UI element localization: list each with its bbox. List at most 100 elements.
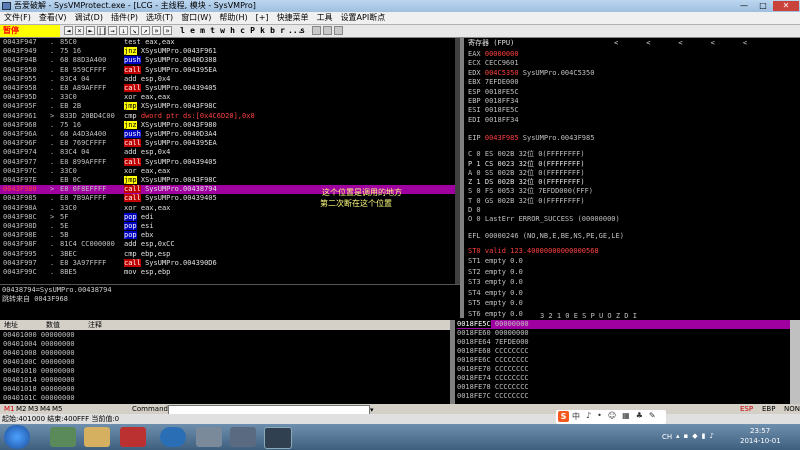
dump-value[interactable]: 00000000	[37, 340, 75, 348]
register-value[interactable]: 0043F985	[485, 134, 519, 142]
disasm-address[interactable]: 0043F99C	[3, 268, 37, 277]
disasm-address[interactable]: 0043F97E	[3, 176, 37, 185]
register-value[interactable]: 0018FE5C	[485, 88, 519, 96]
toolbar-window-10[interactable]: r	[278, 25, 287, 37]
toolbar-button-7[interactable]: ↗	[141, 26, 150, 35]
taskbar-app-3[interactable]	[120, 427, 146, 447]
stack-row[interactable]: 0018FE68 CCCCCCCC	[457, 347, 790, 356]
dump-value[interactable]: 00000000	[37, 385, 75, 393]
memory-tab-m1[interactable]: M1	[4, 404, 15, 414]
toolbar-window-11[interactable]: ...	[288, 25, 302, 37]
disasm-address[interactable]: 0043F95D	[3, 93, 37, 102]
disasm-address[interactable]: 0043F980	[3, 185, 37, 194]
menu-item-7[interactable]: [+]	[252, 12, 273, 24]
stack-value[interactable]: 00000000	[491, 320, 529, 328]
stack-tab-ebp[interactable]: EBP	[762, 404, 775, 414]
stack-address[interactable]: 0018FE64	[457, 338, 491, 346]
dump-address[interactable]: 00401018	[3, 385, 37, 393]
fpu-register[interactable]: ST4 empty 0.0	[468, 289, 523, 298]
tray-icons[interactable]: ▴▪◆▮♪	[676, 432, 718, 440]
stack-value[interactable]: CCCCCCCC	[491, 383, 529, 391]
dump-row[interactable]: 00401000 00000000	[3, 331, 75, 340]
disasm-row[interactable]: 0043F97E. EB 0C jmp XSysUMPro.0043F98C	[0, 176, 455, 185]
menu-item-8[interactable]: 快捷菜单	[273, 12, 313, 24]
disasm-row[interactable]: 0043F977. E8 899AFFFF call SysUMPro.004394…	[0, 157, 455, 167]
disasm-row[interactable]: 0043F99C. 8BE5 mov esp,ebp	[0, 268, 455, 277]
toolbar-extra-0[interactable]	[312, 26, 321, 35]
disasm-instruction[interactable]: call SysUMPro.00439405	[124, 157, 217, 167]
disasm-address[interactable]: 0043F94B	[3, 56, 37, 65]
flag-row[interactable]: P 1 CS 0023 32位 0(FFFFFFFF)	[468, 160, 585, 169]
disasm-instruction[interactable]: pop esi	[124, 222, 154, 231]
clock-time[interactable]: 23:57	[750, 427, 770, 435]
toolbar-window-2[interactable]: m	[198, 25, 207, 37]
disasm-instruction[interactable]: xor eax,eax	[124, 167, 170, 176]
menu-item-2[interactable]: 调试(D)	[71, 12, 107, 24]
disasm-scrollbar[interactable]	[455, 38, 460, 284]
fpu-register[interactable]: ST2 empty 0.0	[468, 268, 523, 277]
stack-row[interactable]: 0018FE70 CCCCCCCC	[457, 365, 790, 374]
stack-pane[interactable]: 0018FE5C 00000000 0018FE60 00000000 0018FE…	[455, 320, 800, 404]
toolbar-button-9[interactable]: »	[163, 26, 172, 35]
stack-row[interactable]: 0018FE6C CCCCCCCC	[457, 356, 790, 365]
register-ebp[interactable]: EBP 0018FF34	[468, 97, 519, 106]
stack-value[interactable]: 7EFDE000	[491, 338, 529, 346]
disasm-row[interactable]: 0043F95F. EB 2B jmp XSysUMPro.0043F98C	[0, 102, 455, 111]
disasm-address[interactable]: 0043F974	[3, 148, 37, 157]
language-indicator[interactable]: CH	[662, 433, 672, 441]
dump-value[interactable]: 00000000	[37, 394, 75, 402]
stack-address[interactable]: 0018FE5C	[457, 320, 491, 328]
taskbar-app-6[interactable]	[230, 427, 256, 447]
fpu-register[interactable]: ST6 empty 0.0	[468, 310, 523, 319]
dump-address[interactable]: 00401014	[3, 376, 37, 384]
disasm-row[interactable]: 0043F958. E8 A89AFFFF call SysUMPro.004394…	[0, 84, 455, 93]
dump-value[interactable]: 00000000	[37, 367, 75, 375]
stack-address[interactable]: 0018FE78	[457, 383, 491, 391]
disasm-address[interactable]: 0043F955	[3, 75, 37, 84]
register-value[interactable]: 7EFDE000	[485, 78, 519, 86]
flag-row[interactable]: S 0 FS 0053 32位 7EFDD000(FFF)	[468, 187, 593, 196]
toolbar-button-6[interactable]: ↘	[130, 26, 139, 35]
disasm-row[interactable]: 0043F997. E8 3A97FFFF call SysUMPro.004390…	[0, 258, 455, 268]
fpu-register[interactable]: ST5 empty 0.0	[468, 299, 523, 308]
stack-row[interactable]: 0018FE60 00000000	[457, 329, 790, 338]
stack-address[interactable]: 0018FE60	[457, 329, 491, 337]
menu-item-10[interactable]: 设置API断点	[337, 12, 390, 24]
menu-item-1[interactable]: 查看(V)	[35, 12, 71, 24]
disasm-address[interactable]: 0043F96F	[3, 139, 37, 148]
ime-toolbar[interactable]: S 中 ♪•☺▦♣✎	[556, 410, 666, 424]
eflags-row[interactable]: EFL 00000246 (NO,NB,E,BE,NS,PE,GE,LE)	[468, 232, 624, 241]
disasm-instruction[interactable]: pop edi	[124, 212, 154, 222]
disasm-row[interactable]: 0043F950. E8 959CFFFF call SysUMPro.004395…	[0, 65, 455, 75]
menu-item-5[interactable]: 窗口(W)	[177, 12, 215, 24]
taskbar-app-1[interactable]	[50, 427, 76, 447]
flag-row[interactable]: O 0 LastErr ERROR_SUCCESS (00000000)	[468, 215, 620, 224]
disasm-row[interactable]: 0043F955. 83C4 04 add esp,0x4	[0, 75, 455, 84]
toolbar-extra-1[interactable]	[323, 26, 332, 35]
disasm-address[interactable]: 0043F98D	[3, 222, 37, 231]
stack-value[interactable]: CCCCCCCC	[491, 356, 529, 364]
disasm-instruction[interactable]: call SysUMPro.004395EA	[124, 65, 217, 75]
disasm-row[interactable]: 0043F995. 3BEC cmp ebp,esp	[0, 250, 455, 259]
register-value[interactable]: 0018FE5C	[485, 106, 519, 114]
memory-tab-m3[interactable]: M3	[28, 404, 39, 414]
disasm-address[interactable]: 0043F97C	[3, 167, 37, 176]
restore-button[interactable]: □	[754, 1, 772, 11]
disasm-address[interactable]: 0043F997	[3, 259, 37, 268]
disasm-instruction[interactable]: call SysUMPro.004390D6	[124, 258, 217, 268]
toolbar-button-2[interactable]: ►	[86, 26, 95, 35]
taskbar-debugger[interactable]	[264, 427, 292, 449]
disasm-instruction[interactable]: cmp ebp,esp	[124, 250, 170, 259]
disasm-address[interactable]: 0043F98C	[3, 213, 37, 222]
start-button[interactable]	[4, 425, 30, 449]
dump-row[interactable]: 00401008 00000000	[3, 349, 75, 358]
disasm-instruction[interactable]: xor eax,eax	[124, 93, 170, 102]
toolbar-window-6[interactable]: c	[238, 25, 247, 37]
register-esi[interactable]: ESI 0018FE5C	[468, 106, 519, 115]
stack-row[interactable]: 0018FE78 CCCCCCCC	[457, 383, 790, 392]
stack-row[interactable]: 0018FE74 CCCCCCCC	[457, 374, 790, 383]
stack-scrollbar[interactable]	[790, 320, 800, 404]
toolbar-window-5[interactable]: h	[228, 25, 237, 37]
disasm-row[interactable]: 0043F96A. 68 A4D3A400 push SysUMPro.0040D3…	[0, 130, 455, 139]
flag-row[interactable]: C 0 ES 002B 32位 0(FFFFFFFF)	[468, 150, 585, 159]
